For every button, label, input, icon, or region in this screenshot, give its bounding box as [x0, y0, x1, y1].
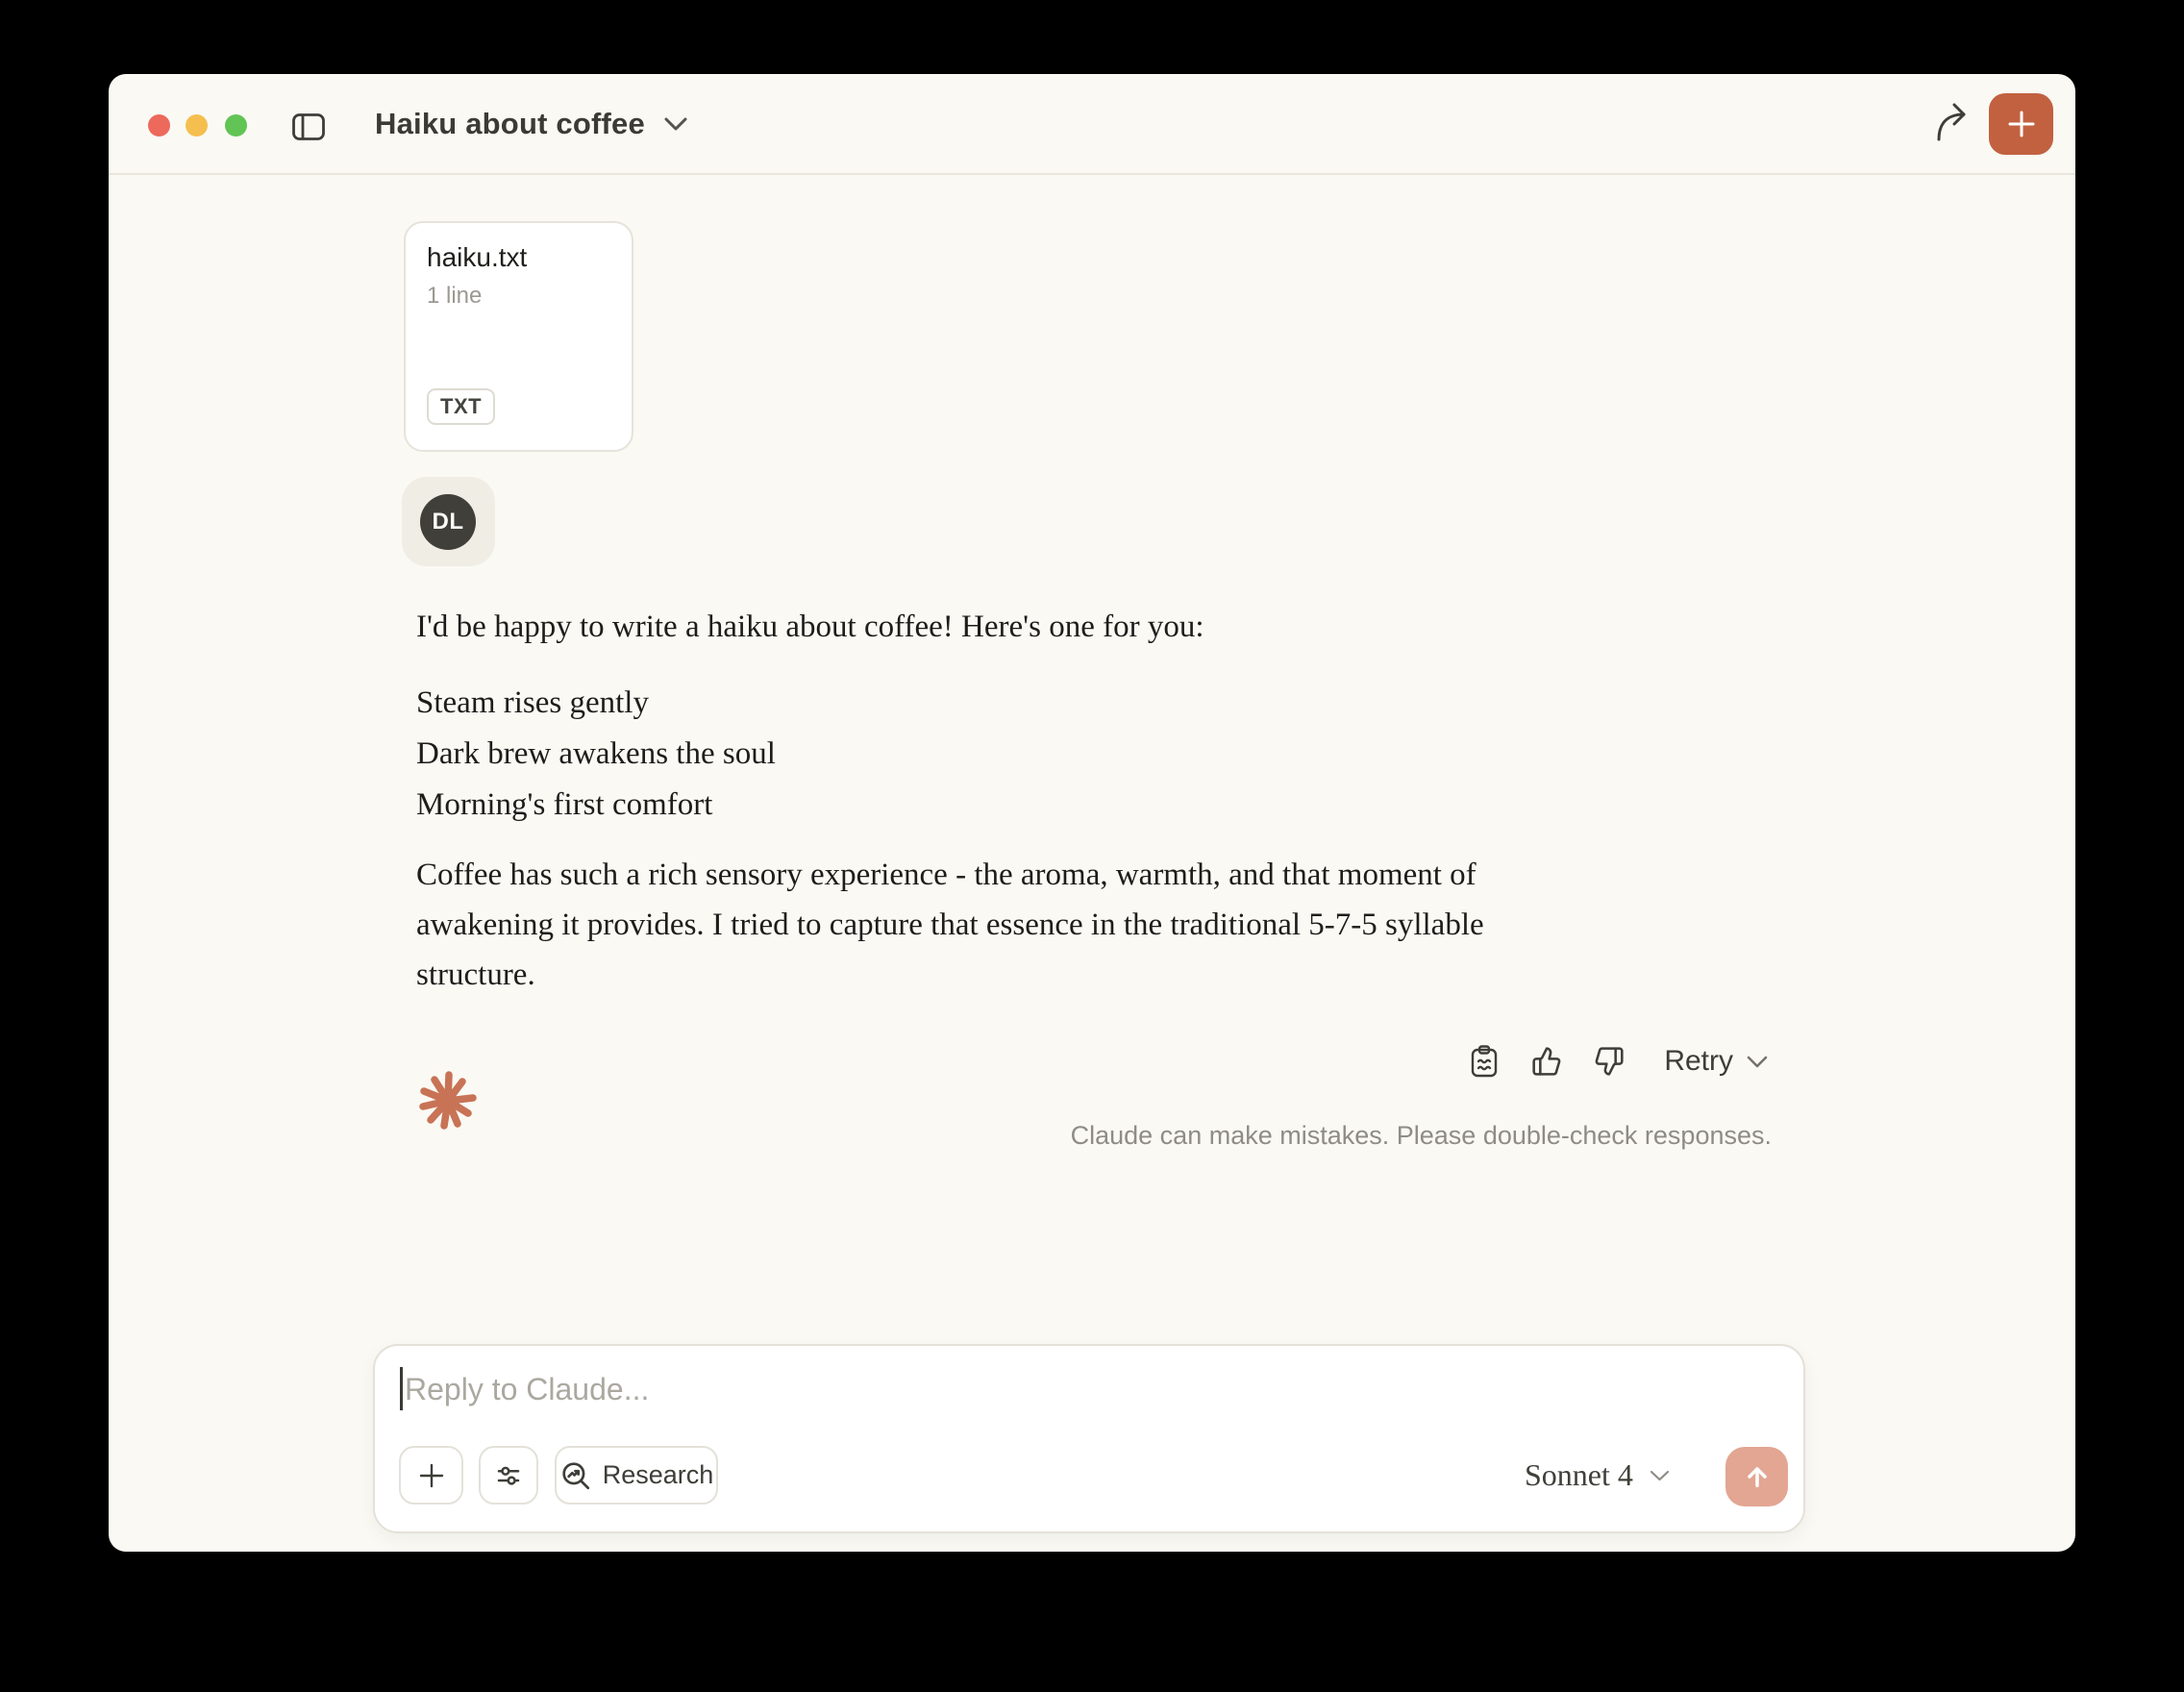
new-chat-button[interactable] — [1989, 93, 2053, 155]
haiku-block: Steam rises gently Dark brew awakens the… — [416, 678, 1666, 831]
minimize-window-button[interactable] — [186, 114, 208, 137]
composer: Reply to Claude... Research Sonnet 4 — [373, 1344, 1805, 1533]
research-label: Research — [602, 1460, 714, 1489]
arrow-up-icon — [1742, 1461, 1773, 1492]
copy-icon[interactable] — [1469, 1045, 1500, 1078]
assistant-message: I'd be happy to write a haiku about coff… — [416, 602, 1666, 1000]
retry-button[interactable]: Retry — [1664, 1045, 1768, 1078]
attach-button[interactable] — [399, 1446, 463, 1505]
research-button[interactable]: Research — [555, 1446, 718, 1505]
zoom-window-button[interactable] — [225, 114, 247, 137]
attachment-meta: 1 line — [427, 283, 483, 309]
chevron-down-icon — [1747, 1056, 1768, 1068]
message-intro: I'd be happy to write a haiku about coff… — [416, 610, 1204, 644]
message-actions: Retry — [1469, 1039, 1768, 1083]
composer-input[interactable]: Reply to Claude... — [405, 1372, 1558, 1407]
avatar: DL — [420, 494, 476, 550]
thumbs-up-icon[interactable] — [1531, 1046, 1562, 1077]
attachment-card[interactable]: haiku.txt 1 line TXT — [404, 221, 633, 452]
app-window: Haiku about coffee haiku.txt 1 line TXT … — [109, 74, 2075, 1552]
plus-icon — [2006, 109, 2037, 139]
claude-logo-icon — [417, 1070, 479, 1132]
haiku-line: Steam rises gently — [416, 685, 649, 720]
screen: Haiku about coffee haiku.txt 1 line TXT … — [0, 0, 2184, 1692]
haiku-line: Morning's first comfort — [416, 787, 713, 822]
conversation-title-dropdown[interactable]: Haiku about coffee — [375, 74, 687, 173]
attachment-filename: haiku.txt — [427, 242, 528, 272]
user-message-tile: DL — [402, 477, 495, 566]
model-selector[interactable]: Sonnet 4 — [1525, 1446, 1670, 1505]
thumbs-down-icon[interactable] — [1594, 1046, 1625, 1077]
sliders-icon — [494, 1461, 523, 1490]
model-name: Sonnet 4 — [1525, 1457, 1633, 1492]
conversation-title: Haiku about coffee — [375, 106, 645, 140]
outro-line: structure. — [416, 958, 535, 992]
tools-button[interactable] — [479, 1446, 538, 1505]
chevron-down-icon — [664, 117, 687, 131]
share-icon[interactable] — [1931, 101, 1973, 145]
plus-icon — [417, 1461, 446, 1490]
outro-line: Coffee has such a rich sensory experienc… — [416, 858, 1477, 892]
text-caret — [400, 1367, 403, 1410]
retry-label: Retry — [1664, 1045, 1733, 1077]
message-outro: Coffee has such a rich sensory experienc… — [416, 850, 1666, 1000]
titlebar: Haiku about coffee — [109, 74, 2075, 175]
research-icon — [559, 1459, 592, 1492]
sidebar-toggle-icon[interactable] — [292, 113, 325, 140]
attachment-type-badge: TXT — [427, 388, 496, 425]
outro-line: awakening it provides. I tried to captur… — [416, 908, 1484, 942]
chevron-down-icon — [1650, 1470, 1670, 1481]
disclaimer-text: Claude can make mistakes. Please double-… — [1070, 1121, 1772, 1150]
close-window-button[interactable] — [148, 114, 170, 137]
haiku-line: Dark brew awakens the soul — [416, 736, 776, 771]
send-button[interactable] — [1725, 1447, 1788, 1506]
